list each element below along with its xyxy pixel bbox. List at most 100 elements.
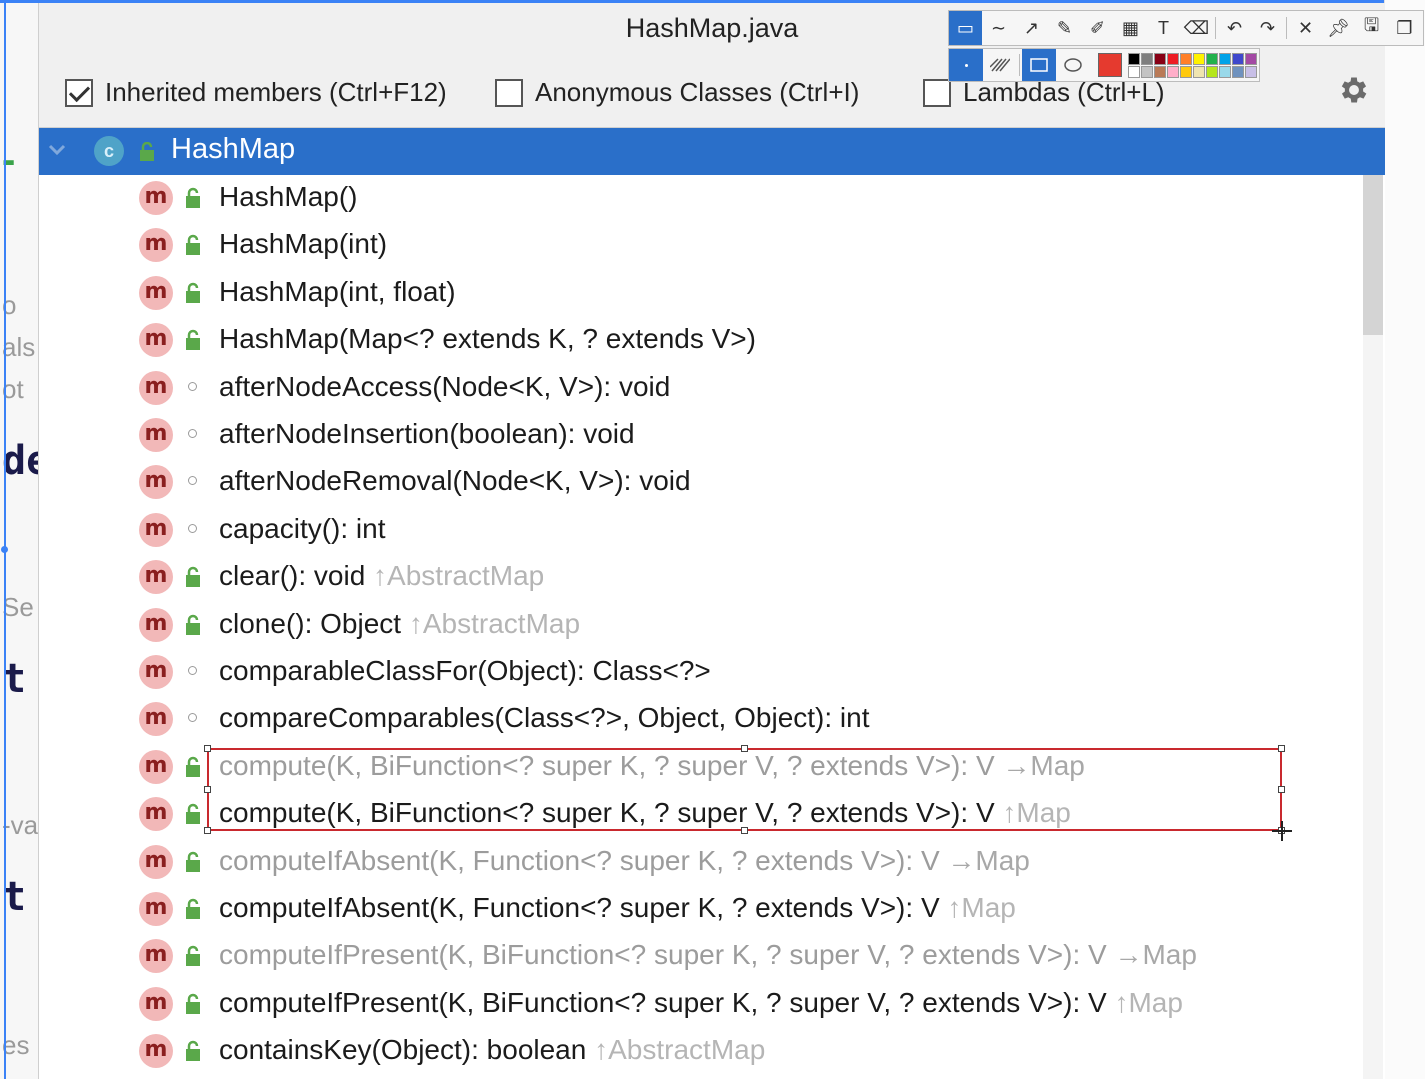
annotation-rectangle[interactable] [207, 748, 1282, 831]
tree-member-row[interactable]: m capacity(): int [39, 507, 1359, 554]
anonymous-classes-checkbox[interactable] [495, 78, 523, 107]
palette-swatch[interactable] [1206, 52, 1218, 65]
pen-tool-icon[interactable]: ✎ [1048, 11, 1081, 45]
member-signature-text: compareComparables(Class<?>, Object, Obj… [219, 702, 870, 734]
resize-handle[interactable] [1278, 786, 1285, 793]
palette-swatch[interactable] [1245, 65, 1257, 78]
crosshair-cursor-icon [1272, 821, 1292, 841]
tree-member-row[interactable]: m HashMap(Map<? extends K, ? extends V>) [39, 317, 1359, 364]
member-signature-text: containsKey(Object): boolean [219, 1034, 595, 1066]
file-structure-popup: HashMap.java Inherited members (Ctrl+F12… [38, 3, 1385, 1079]
resize-handle[interactable] [204, 786, 211, 793]
resize-handle[interactable] [204, 745, 211, 752]
save-icon[interactable]: 🖫 [1355, 11, 1388, 45]
text-tool-icon[interactable]: T [1147, 11, 1180, 45]
gear-icon[interactable] [1337, 73, 1371, 107]
palette-swatch[interactable] [1219, 65, 1231, 78]
palette-swatch[interactable] [1219, 52, 1231, 65]
member-signature-text: capacity(): int [219, 512, 386, 544]
fill-pattern-icon[interactable] [983, 49, 1017, 81]
palette-swatch[interactable] [1245, 52, 1257, 65]
copy-icon[interactable]: ❐ [1388, 11, 1421, 45]
tree-root-label: HashMap [171, 133, 296, 165]
tree-member-row[interactable]: m clone(): Object ↑AbstractMap [39, 602, 1359, 649]
tree-member-row[interactable]: m compareComparables(Class<?>, Object, Ob… [39, 696, 1359, 743]
eraser-tool-icon[interactable]: ⌫ [1180, 11, 1213, 45]
rectangle-shape-icon[interactable] [1022, 49, 1056, 81]
scrollbar-thumb[interactable] [1363, 175, 1383, 335]
tree-member-row[interactable]: m containsKey(Object): boolean ↑AbstractM… [39, 1028, 1359, 1075]
palette-swatch[interactable] [1167, 65, 1179, 78]
filter-inherited-members[interactable]: Inherited members (Ctrl+F12) [65, 77, 447, 108]
member-signature: afterNodeAccess(Node<K, V>): void [219, 371, 670, 403]
method-icon: m [139, 275, 173, 310]
tree-member-row[interactable]: m clear(): void ↑AbstractMap [39, 554, 1359, 601]
public-lock-icon [186, 851, 200, 872]
member-signature: capacity(): int [219, 513, 386, 545]
member-owner: →Map [1114, 939, 1197, 971]
ellipse-shape-icon[interactable] [1056, 49, 1090, 81]
palette-swatch[interactable] [1154, 65, 1166, 78]
palette-swatch[interactable] [1128, 52, 1140, 65]
lambdas-checkbox[interactable] [923, 78, 951, 107]
redo-icon[interactable]: ↷ [1251, 11, 1284, 45]
tree-scrollbar[interactable] [1363, 175, 1383, 1079]
palette-swatch[interactable] [1232, 65, 1244, 78]
palette-swatch[interactable] [1141, 52, 1153, 65]
public-lock-icon [186, 235, 200, 256]
member-signature-text: computeIfAbsent(K, Function<? super K, ?… [219, 892, 948, 923]
package-private-icon [188, 429, 197, 438]
tree-member-row[interactable]: m computeIfAbsent(K, Function<? super K, … [39, 886, 1359, 933]
member-signature: afterNodeRemoval(Node<K, V>): void [219, 465, 691, 497]
mosaic-tool-icon[interactable]: ▦ [1114, 11, 1147, 45]
palette-swatch[interactable] [1193, 65, 1205, 78]
member-owner: ↑AbstractMap [594, 1034, 766, 1066]
tree-member-row[interactable]: m HashMap(int, float) [39, 270, 1359, 317]
tree-member-row[interactable]: m computeIfPresent(K, BiFunction<? super … [39, 933, 1359, 980]
stroke-size-small-icon[interactable] [949, 49, 983, 81]
close-icon[interactable]: ✕ [1289, 11, 1322, 45]
method-icon: m [139, 181, 173, 215]
tree-member-row[interactable]: m computeIfAbsent(K, Function<? super K, … [39, 839, 1359, 886]
palette-swatch[interactable] [1167, 52, 1179, 65]
current-color-swatch[interactable] [1098, 53, 1122, 77]
palette-swatch[interactable] [1232, 52, 1244, 65]
palette-swatch[interactable] [1154, 52, 1166, 65]
public-lock-icon [186, 898, 200, 919]
resize-handle[interactable] [204, 827, 211, 834]
select-tool-icon[interactable]: ▭ [949, 11, 982, 45]
editor-fragment: de [2, 438, 38, 484]
color-palette [1128, 52, 1257, 78]
resize-handle[interactable] [1278, 745, 1285, 752]
tree-root-hashmap[interactable]: c HashMap [39, 128, 1385, 175]
marker-tool-icon[interactable]: ✐ [1081, 11, 1114, 45]
tree-member-row[interactable]: m afterNodeInsertion(boolean): void [39, 412, 1359, 459]
resize-handle[interactable] [741, 827, 748, 834]
editor-fragment: Se [2, 592, 34, 622]
filter-anonymous-classes[interactable]: Anonymous Classes (Ctrl+I) [495, 77, 859, 108]
undo-icon[interactable]: ↶ [1218, 11, 1251, 45]
tree-member-row[interactable]: m HashMap() [39, 175, 1359, 222]
tree-member-row[interactable]: m HashMap(int) [39, 222, 1359, 269]
inherited-members-checkbox[interactable] [65, 78, 93, 107]
capture-handle[interactable] [1, 546, 8, 553]
curve-tool-icon[interactable]: ∼ [982, 11, 1015, 45]
arrow-tool-icon[interactable]: ↗ [1015, 11, 1048, 45]
resize-handle[interactable] [741, 745, 748, 752]
member-signature: HashMap(Map<? extends K, ? extends V>) [219, 323, 756, 355]
palette-swatch[interactable] [1180, 65, 1192, 78]
tree-member-row[interactable]: m computeIfPresent(K, BiFunction<? super … [39, 981, 1359, 1028]
chevron-down-icon[interactable] [45, 138, 69, 162]
filter-label: Inherited members (Ctrl+F12) [105, 77, 447, 107]
palette-swatch[interactable] [1193, 52, 1205, 65]
palette-swatch[interactable] [1141, 65, 1153, 78]
tree-member-row[interactable]: m afterNodeRemoval(Node<K, V>): void [39, 459, 1359, 506]
palette-swatch[interactable] [1206, 65, 1218, 78]
method-icon: m [139, 512, 173, 547]
pin-icon[interactable]: 📌︎ [1322, 11, 1355, 45]
palette-swatch[interactable] [1180, 52, 1192, 65]
palette-swatch[interactable] [1128, 65, 1140, 78]
tree-member-row[interactable]: m afterNodeAccess(Node<K, V>): void [39, 365, 1359, 412]
public-lock-icon [186, 946, 200, 967]
tree-member-row[interactable]: m comparableClassFor(Object): Class<?> [39, 649, 1359, 696]
